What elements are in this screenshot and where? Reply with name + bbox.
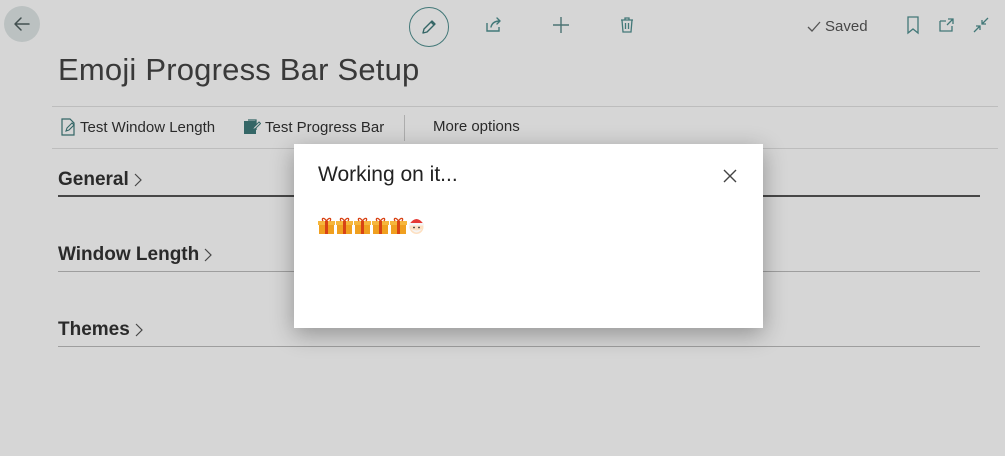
santa-emoji-icon [409,219,424,234]
gift-emoji-icon [354,217,371,234]
page-root: Saved Emoji Progress Bar Setup Test Wind… [0,0,1005,456]
close-icon [723,169,737,183]
emoji-progress-bar [318,217,425,235]
gift-emoji-icon [336,217,353,234]
dialog-close-button[interactable] [718,164,742,188]
gift-emoji-icon [390,217,407,234]
dialog-title: Working on it... [318,163,458,186]
gift-emoji-icon [372,217,389,234]
working-dialog: Working on it... [294,144,763,328]
gift-emoji-icon [318,217,335,234]
